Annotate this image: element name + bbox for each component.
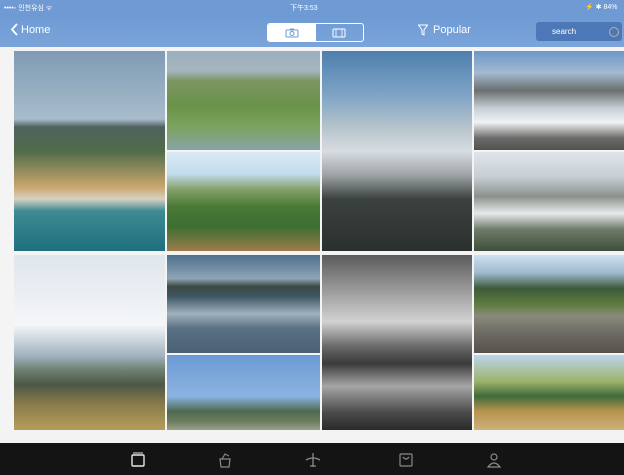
- nav-bar: Home Popular search: [0, 14, 624, 47]
- photo-tile-skate-park[interactable]: [474, 255, 624, 353]
- photo-tile-snow-peaks[interactable]: [474, 51, 624, 150]
- battery-text: ⚡ ✱ 84%: [585, 4, 618, 11]
- bag-icon: [219, 453, 231, 468]
- photo-tile-smoke-plume[interactable]: [474, 152, 624, 251]
- photo-tab[interactable]: [268, 24, 316, 41]
- photo-tile-drone-beach[interactable]: [14, 255, 165, 430]
- tab-flight[interactable]: [303, 450, 323, 470]
- video-icon: [332, 28, 346, 37]
- photo-tile-cloudy-mountains[interactable]: [322, 255, 472, 430]
- carrier-text: ••••◦ 인천유심 ᯤ: [4, 5, 53, 12]
- back-label: Home: [21, 23, 51, 36]
- plane-icon: [305, 453, 321, 467]
- back-button[interactable]: Home: [10, 23, 50, 36]
- search-icon: [609, 27, 619, 37]
- search-input[interactable]: search: [536, 22, 622, 41]
- photo-grid: [0, 47, 624, 430]
- media-type-segmented-control: [267, 23, 364, 42]
- store-icon: [399, 453, 413, 467]
- popular-filter-button[interactable]: Popular: [418, 24, 471, 36]
- feed-icon: [131, 452, 145, 467]
- photo-tile-soccer-fields[interactable]: [167, 51, 320, 150]
- photo-tile-coastal-resort[interactable]: [14, 51, 165, 251]
- filter-label: Popular: [433, 24, 471, 36]
- search-placeholder: search: [552, 27, 577, 36]
- clock-text: 下午3:53: [290, 5, 318, 12]
- chevron-left-icon: [10, 23, 18, 36]
- photo-tile-blue-sky-town[interactable]: [167, 355, 320, 430]
- video-tab[interactable]: [316, 24, 364, 41]
- photo-tile-snowy-forest[interactable]: [322, 51, 472, 251]
- tab-bar: [0, 443, 624, 475]
- photo-tile-lake-sun[interactable]: [167, 255, 320, 353]
- photo-tile-green-valley[interactable]: [167, 152, 320, 251]
- tab-shop[interactable]: [215, 450, 235, 470]
- funnel-icon: [418, 24, 428, 36]
- status-bar: ••••◦ 인천유심 ᯤ 下午3:53 ⚡ ✱ 84%: [0, 0, 624, 14]
- profile-icon: [486, 453, 502, 468]
- tab-store[interactable]: [396, 450, 416, 470]
- camera-icon: [285, 28, 299, 37]
- photo-tile-playground[interactable]: [474, 355, 624, 430]
- tab-feed[interactable]: [128, 450, 148, 470]
- tab-profile[interactable]: [484, 450, 504, 470]
